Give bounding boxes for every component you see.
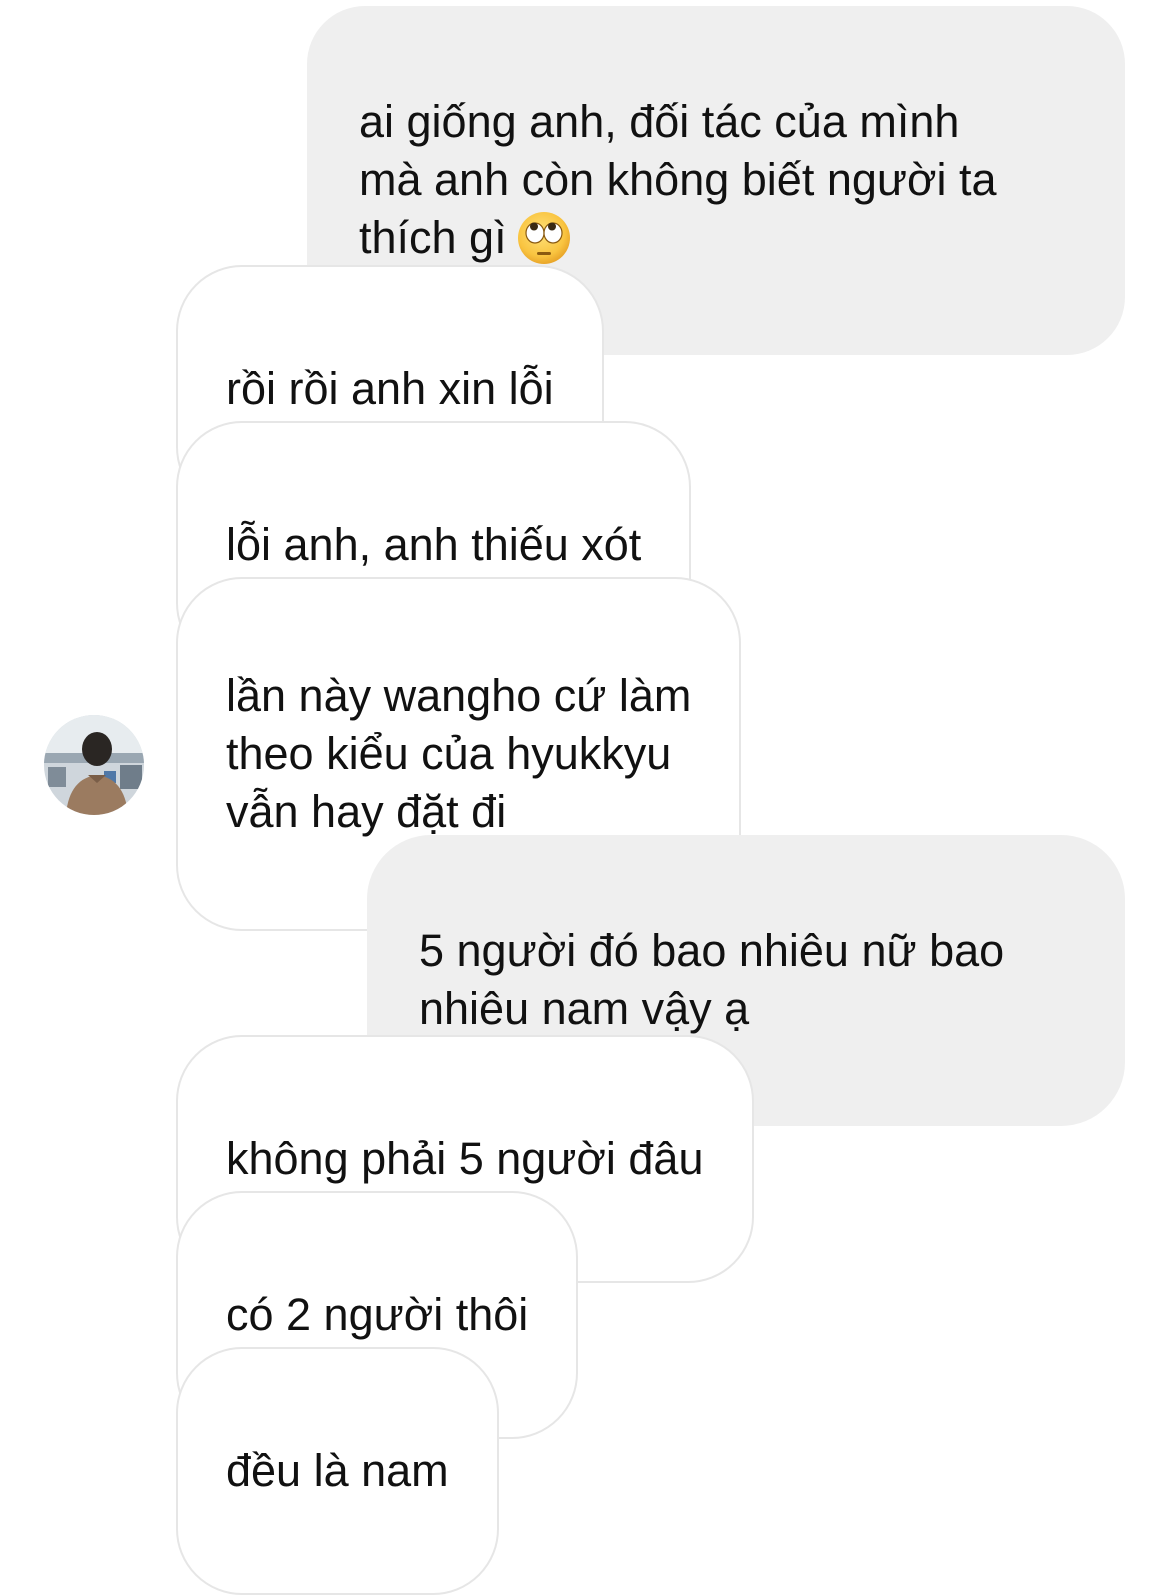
message-text: lần này wangho cứ làm theo kiểu của hyuk… xyxy=(226,670,692,837)
message-text: lỗi anh, anh thiếu xót xyxy=(226,519,642,570)
message-text: ai giống anh, đối tác của mình mà anh cò… xyxy=(359,96,997,264)
message-text: đều là nam xyxy=(226,1445,449,1496)
message-text: có 2 người thôi xyxy=(226,1289,529,1340)
sender-avatar[interactable] xyxy=(44,715,144,815)
received-message-bubble[interactable]: đều là nam xyxy=(176,1347,499,1595)
profile-photo-avatar-icon xyxy=(44,715,144,815)
face-with-rolling-eyes-icon xyxy=(517,212,570,264)
message-text: không phải 5 người đâu xyxy=(226,1133,704,1184)
message-text: rồi rồi anh xin lỗi xyxy=(226,363,554,414)
message-text: 5 người đó bao nhiêu nữ bao nhiêu nam vậ… xyxy=(419,925,1005,1034)
